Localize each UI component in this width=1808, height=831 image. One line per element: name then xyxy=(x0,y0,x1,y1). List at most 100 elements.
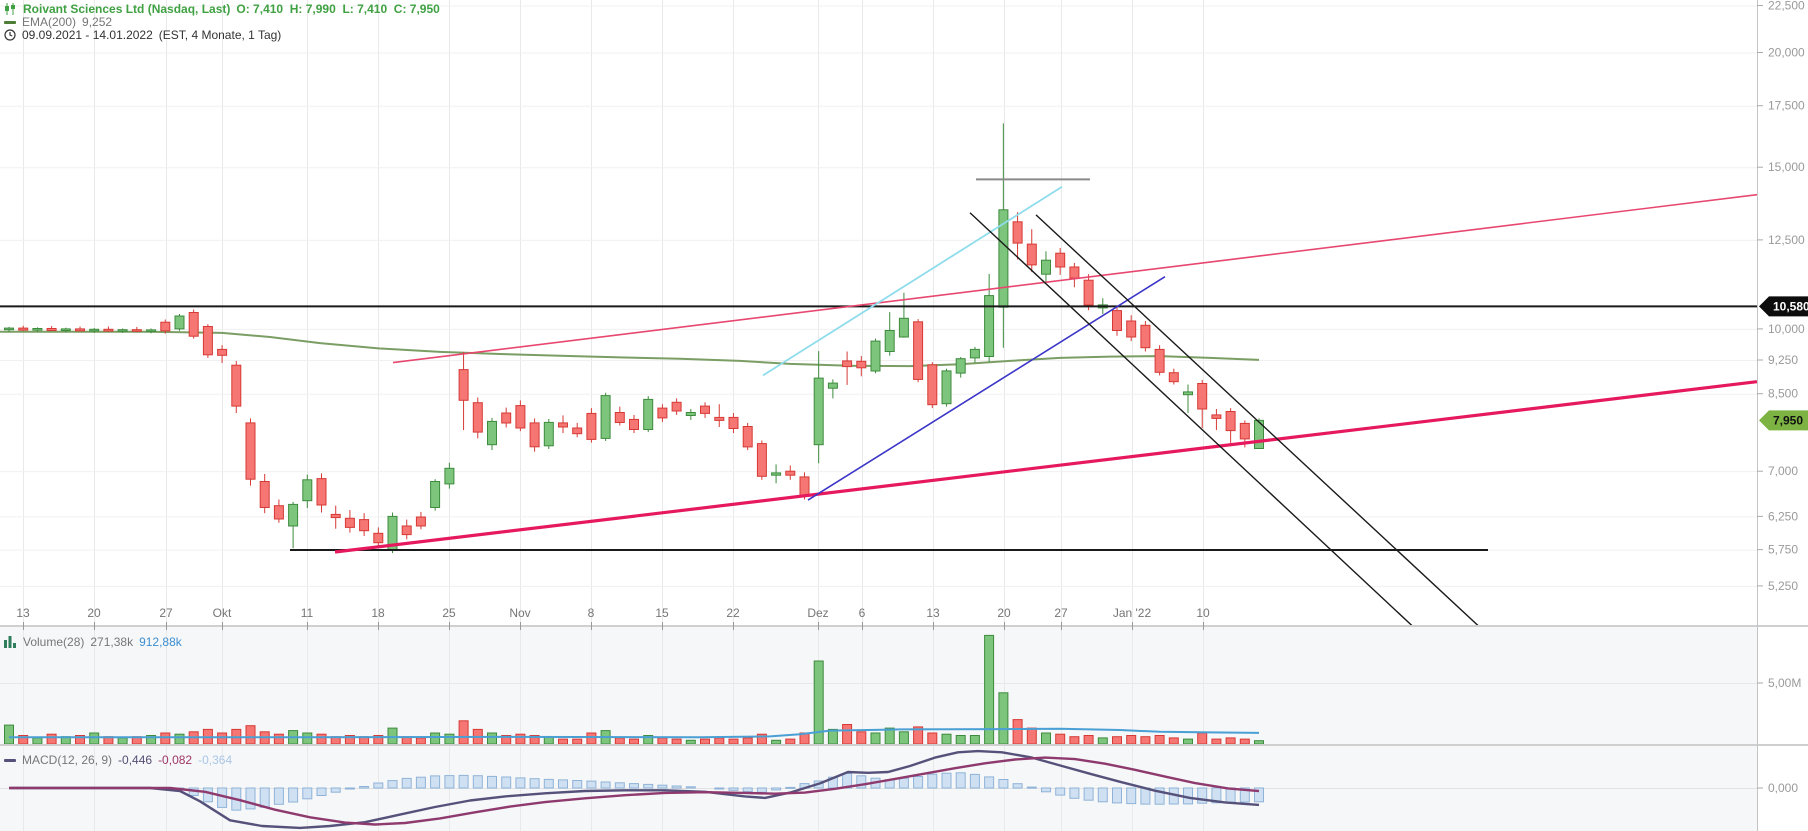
macd-hist-bar[interactable] xyxy=(1097,787,1108,803)
candle[interactable] xyxy=(188,309,199,339)
volume-bar[interactable] xyxy=(430,732,441,745)
macd-hist-bar[interactable] xyxy=(898,777,909,789)
candle[interactable] xyxy=(1140,321,1151,352)
macd-hist-bar[interactable] xyxy=(259,787,270,808)
candle[interactable] xyxy=(742,422,753,451)
macd-hist-bar[interactable] xyxy=(657,784,668,789)
candle[interactable] xyxy=(245,418,256,486)
candle[interactable] xyxy=(202,324,213,358)
macd-hist-bar[interactable] xyxy=(444,775,455,789)
volume-bar[interactable] xyxy=(515,733,526,745)
candle[interactable] xyxy=(870,338,881,374)
macd-hist-bar[interactable] xyxy=(941,772,952,789)
macd-hist-bar[interactable] xyxy=(927,773,938,789)
macd-hist-bar[interactable] xyxy=(316,787,327,796)
volume-bar[interactable] xyxy=(842,724,853,745)
volume-bar[interactable] xyxy=(46,733,57,745)
macd-hist-bar[interactable] xyxy=(742,787,753,793)
volume-bar[interactable] xyxy=(685,739,696,745)
volume-bar[interactable] xyxy=(941,733,952,745)
macd-hist-bar[interactable] xyxy=(756,787,767,793)
macd-hist-bar[interactable] xyxy=(1041,787,1051,793)
volume-bar[interactable] xyxy=(1140,736,1151,745)
volume-bar[interactable] xyxy=(1154,735,1165,745)
macd-hist-bar[interactable] xyxy=(629,783,639,789)
volume-bar[interactable] xyxy=(302,732,313,745)
volume-bar[interactable] xyxy=(245,725,256,745)
macd-hist-bar[interactable] xyxy=(1126,787,1137,805)
volume-bar[interactable] xyxy=(856,731,867,745)
candle[interactable] xyxy=(643,396,654,433)
volume-bar[interactable] xyxy=(217,732,228,745)
volume-bar[interactable] xyxy=(927,732,938,745)
volume-bar[interactable] xyxy=(1083,735,1094,745)
macd-hist-bar[interactable] xyxy=(1225,787,1236,803)
macd-hist-bar[interactable] xyxy=(969,773,980,789)
chart-svg[interactable]: 22,500 20,000 17,500 15,000 12,500 10,000 9,25… xyxy=(0,0,1808,831)
volume-bar[interactable] xyxy=(387,727,398,745)
candle[interactable] xyxy=(913,319,924,383)
volume-bar[interactable] xyxy=(458,720,469,745)
volume-bar[interactable] xyxy=(771,739,782,745)
macd-hist-bar[interactable] xyxy=(955,772,966,789)
volume-bar[interactable] xyxy=(1112,736,1122,745)
volume-bar[interactable] xyxy=(657,737,668,745)
candle[interactable] xyxy=(543,418,554,449)
volume-bar[interactable] xyxy=(415,737,426,745)
macd-hist-bar[interactable] xyxy=(487,775,497,789)
candle[interactable] xyxy=(472,397,483,439)
candle[interactable] xyxy=(174,314,185,331)
macd-hist-bar[interactable] xyxy=(415,776,426,789)
candle[interactable] xyxy=(231,360,242,413)
volume-bar[interactable] xyxy=(714,737,725,745)
volume-bar[interactable] xyxy=(1225,737,1236,745)
macd-hist-bar[interactable] xyxy=(614,782,625,789)
panel-separator[interactable] xyxy=(0,744,1808,746)
macd-hist-bar[interactable] xyxy=(515,777,526,789)
macd-hist-bar[interactable] xyxy=(984,776,995,789)
candle[interactable] xyxy=(927,362,938,409)
volume-bar[interactable] xyxy=(273,733,284,745)
macd-hist-bar[interactable] xyxy=(998,779,1009,789)
macd-hist-bar[interactable] xyxy=(344,787,355,790)
macd-hist-bar[interactable] xyxy=(472,775,483,789)
volume-bar[interactable] xyxy=(898,731,909,745)
symbol-legend[interactable]: Roivant Sciences Ltd (Nasdaq, Last) O: 7… xyxy=(4,2,440,16)
macd-hist-bar[interactable] xyxy=(543,778,554,789)
volume-bar[interactable] xyxy=(487,732,497,745)
ema-legend[interactable]: EMA(200) 9,252 xyxy=(4,15,112,29)
macd-hist-bar[interactable] xyxy=(529,778,540,789)
volume-bar[interactable] xyxy=(1254,740,1264,745)
macd-legend[interactable]: MACD(12, 26, 9) -0,446 -0,082 -0,364 xyxy=(4,753,232,767)
volume-bar[interactable] xyxy=(614,737,625,745)
macd-hist-bar[interactable] xyxy=(714,787,725,790)
volume-bar[interactable] xyxy=(969,735,980,745)
chart-canvas[interactable]: 22,500 20,000 17,500 15,000 12,500 10,000 9,25… xyxy=(0,0,1808,831)
macd-hist-bar[interactable] xyxy=(1069,787,1080,799)
macd-hist-bar[interactable] xyxy=(572,780,583,789)
macd-hist-bar[interactable] xyxy=(643,783,654,789)
volume-bar[interactable] xyxy=(1197,732,1208,745)
volume-bar[interactable] xyxy=(870,732,881,745)
volume-legend[interactable]: Volume(28) 271,38k 912,88k xyxy=(4,635,182,649)
volume-bar[interactable] xyxy=(1239,738,1250,745)
macd-hist-bar[interactable] xyxy=(501,776,512,789)
volume-bar[interactable] xyxy=(4,724,14,745)
volume-bar[interactable] xyxy=(32,737,43,745)
macd-hist-bar[interactable] xyxy=(288,787,299,803)
date-range-legend[interactable]: 09.09.2021 - 14.01.2022 (EST, 4 Monate, … xyxy=(4,28,281,42)
candle[interactable] xyxy=(529,418,540,452)
candle[interactable] xyxy=(756,440,767,480)
macd-hist-bar[interactable] xyxy=(558,779,568,789)
macd-hist-bar[interactable] xyxy=(1112,787,1122,804)
macd-hist-bar[interactable] xyxy=(785,786,796,789)
macd-hist-bar[interactable] xyxy=(387,780,398,789)
macd-hist-bar[interactable] xyxy=(330,787,341,793)
volume-bar[interactable] xyxy=(174,733,185,745)
macd-hist-bar[interactable] xyxy=(401,777,412,789)
macd-hist-bar[interactable] xyxy=(1083,787,1094,801)
macd-hist-bar[interactable] xyxy=(1012,783,1023,789)
macd-hist-bar[interactable] xyxy=(771,787,782,791)
volume-bar[interactable] xyxy=(998,692,1009,745)
macd-hist-bar[interactable] xyxy=(359,786,370,789)
